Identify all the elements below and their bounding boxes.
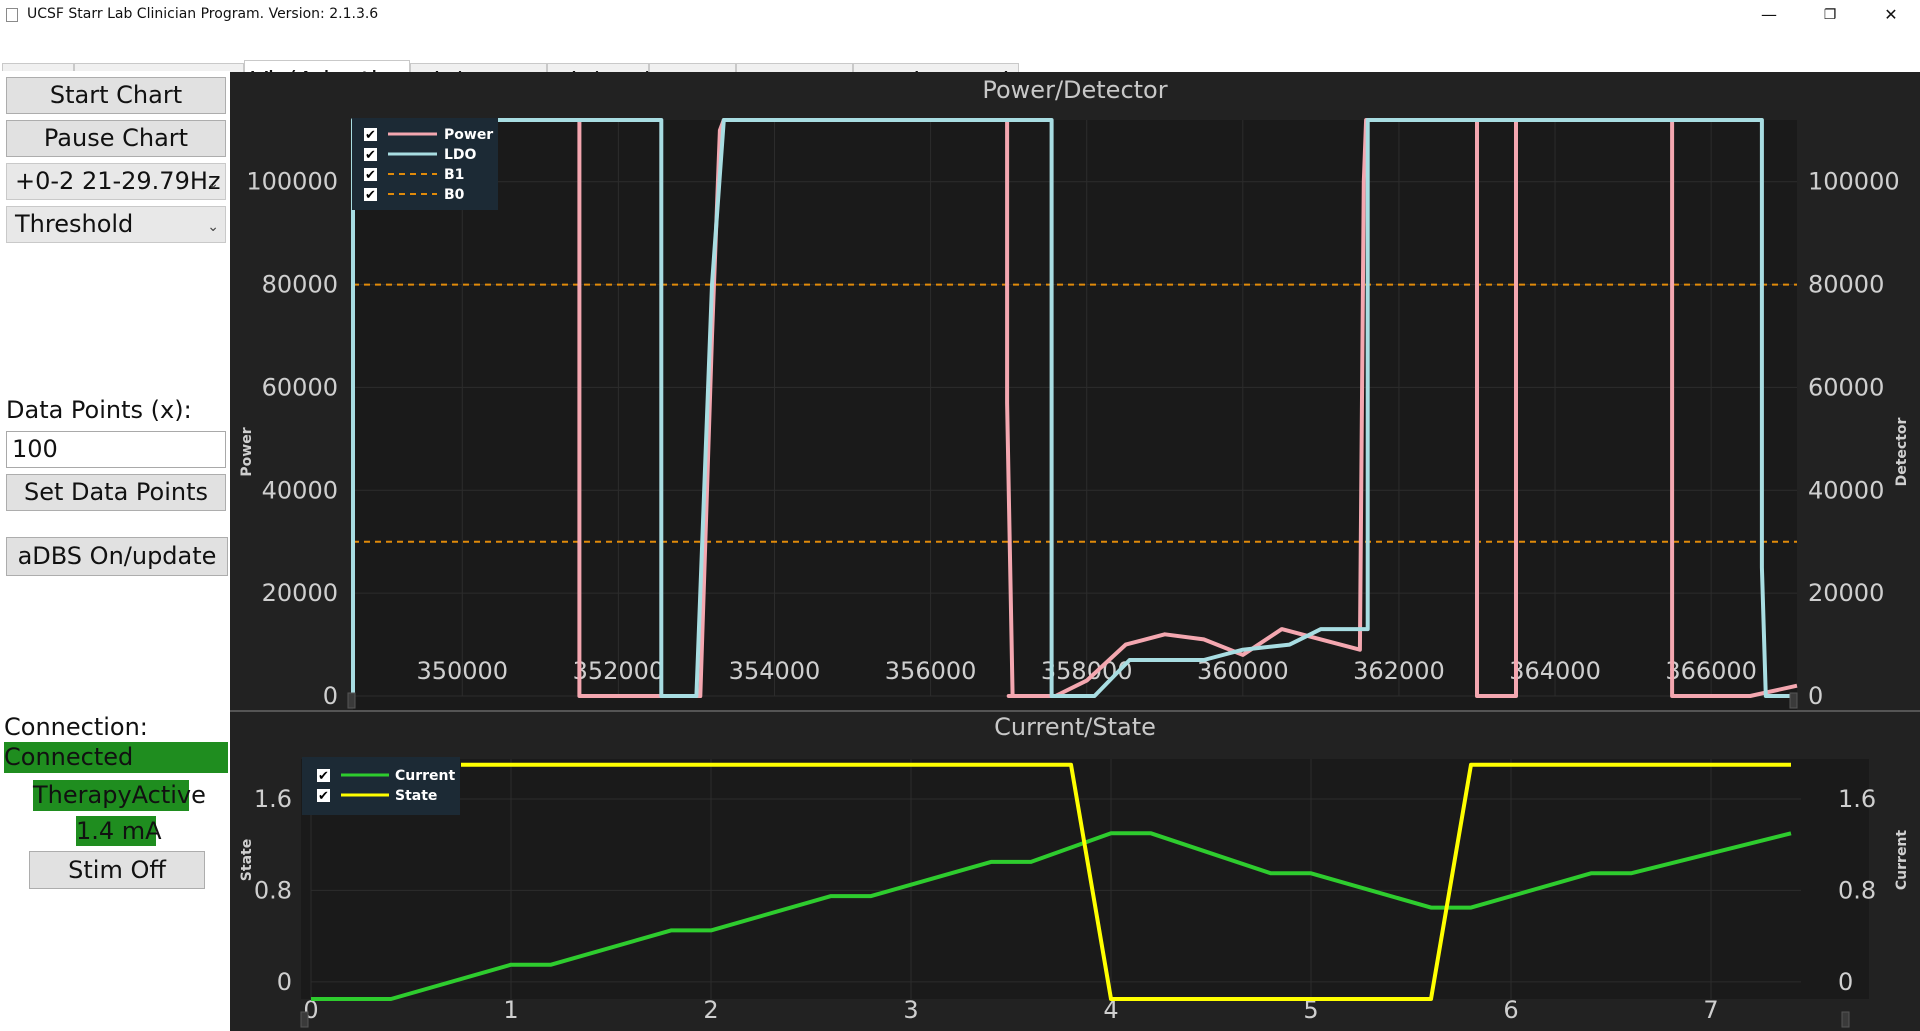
control-panel: Start Chart Pause Chart +0-2 21-29.79Hz … bbox=[0, 71, 230, 1031]
legend-label-power: Power bbox=[444, 127, 493, 143]
x-tick-label: 350000 bbox=[416, 657, 508, 685]
check-icon: ✔ bbox=[318, 769, 329, 784]
mode-select-value: Threshold bbox=[15, 210, 134, 238]
y2-tick-label: 60000 bbox=[1808, 373, 1884, 401]
chevron-down-icon: ⌄ bbox=[207, 176, 219, 192]
title-bar: UCSF Starr Lab Clinician Program. Versio… bbox=[0, 0, 1920, 30]
detector-axis-label: Detector bbox=[1894, 418, 1910, 487]
check-icon: ✔ bbox=[318, 789, 329, 804]
x-tick-label: 360000 bbox=[1197, 657, 1289, 685]
x-scroll-handle-left[interactable] bbox=[347, 692, 356, 709]
y2-tick-label: 1.6 bbox=[1838, 785, 1876, 813]
x-tick-label: 2 bbox=[703, 996, 718, 1024]
y2-tick-label: 0 bbox=[1838, 968, 1853, 996]
legend-label-b0: B0 bbox=[444, 187, 465, 203]
y2-tick-label: 80000 bbox=[1808, 271, 1884, 299]
y-tick-label: 0 bbox=[323, 682, 338, 710]
legend-label-current: Current bbox=[395, 768, 456, 784]
x-tick-label: 1 bbox=[503, 996, 518, 1024]
x-tick-label: 6 bbox=[1503, 996, 1518, 1024]
check-icon: ✔ bbox=[365, 168, 376, 183]
app-icon bbox=[6, 8, 18, 22]
y-tick-label: 60000 bbox=[262, 373, 338, 401]
check-icon: ✔ bbox=[365, 188, 376, 203]
x-tick-label: 354000 bbox=[729, 657, 821, 685]
legend-label-b1: B1 bbox=[444, 167, 464, 183]
band-select[interactable]: +0-2 21-29.79Hz ⌄ bbox=[6, 163, 226, 200]
y2-tick-label: 100000 bbox=[1808, 168, 1900, 196]
start-chart-button[interactable]: Start Chart bbox=[6, 77, 226, 114]
minimize-button[interactable]: — bbox=[1746, 0, 1792, 30]
therapy-status: TherapyActive bbox=[33, 780, 206, 811]
x-scroll-handle-left[interactable] bbox=[300, 1011, 309, 1028]
x-tick-label: 7 bbox=[1703, 996, 1718, 1024]
pause-chart-button[interactable]: Pause Chart bbox=[6, 120, 226, 157]
x-tick-label: 3 bbox=[903, 996, 918, 1024]
legend-label-ldo: LDO bbox=[444, 147, 477, 163]
y-tick-label: 100000 bbox=[246, 168, 338, 196]
y2-tick-label: 0.8 bbox=[1838, 876, 1876, 904]
check-icon: ✔ bbox=[365, 128, 376, 143]
y-tick-label: 20000 bbox=[262, 579, 338, 607]
current-state-chart: 0 1 2 3 4 5 6 70 00.8 0.81.6 1.6 State Current ✔ C… bbox=[239, 757, 1910, 1028]
check-icon: ✔ bbox=[365, 148, 376, 163]
stim-off-button[interactable]: Stim Off bbox=[29, 851, 205, 889]
data-points-input[interactable]: 100 bbox=[6, 431, 226, 468]
x-tick-label: 356000 bbox=[885, 657, 977, 685]
chart-area: Power/Detector 350000 352000 354000 356000 3… bbox=[230, 72, 1920, 1031]
y2-tick-label: 40000 bbox=[1808, 476, 1884, 504]
window-title: UCSF Starr Lab Clinician Program. Versio… bbox=[27, 6, 379, 22]
x-tick-label: 366000 bbox=[1665, 657, 1757, 685]
x-tick-label: 352000 bbox=[573, 657, 665, 685]
state-axis-label: State bbox=[239, 839, 255, 881]
power-detector-chart: 350000 352000 354000 356000 358000 360000 3620… bbox=[239, 118, 1910, 712]
set-data-points-button[interactable]: Set Data Points bbox=[6, 474, 226, 511]
mode-select[interactable]: Threshold ⌄ bbox=[6, 206, 226, 243]
maximize-button[interactable]: ❐ bbox=[1807, 0, 1853, 30]
x-scroll-handle-right[interactable] bbox=[1789, 692, 1798, 709]
y-tick-label: 1.6 bbox=[254, 785, 292, 813]
x-tick-label: 362000 bbox=[1353, 657, 1445, 685]
adbs-on-update-button[interactable]: aDBS On/update bbox=[6, 537, 228, 576]
x-scroll-handle-right[interactable] bbox=[1841, 1011, 1850, 1028]
power-axis-label: Power bbox=[239, 427, 255, 476]
band-select-value: +0-2 21-29.79Hz bbox=[15, 167, 221, 195]
data-points-label: Data Points (x): bbox=[6, 396, 192, 424]
legend-label-state: State bbox=[395, 788, 437, 804]
connection-label: Connection: bbox=[4, 713, 148, 741]
current-axis-label: Current bbox=[1894, 830, 1910, 891]
y-tick-label: 0 bbox=[277, 968, 292, 996]
y-tick-label: 0.8 bbox=[254, 876, 292, 904]
connection-status: Connected bbox=[4, 742, 228, 773]
current-amplitude: 1.4 mA bbox=[76, 816, 162, 846]
close-button[interactable]: ✕ bbox=[1868, 0, 1914, 30]
y2-tick-label: 0 bbox=[1808, 682, 1823, 710]
current-chart-legend: ✔ Current ✔ State bbox=[302, 757, 460, 815]
y2-tick-label: 20000 bbox=[1808, 579, 1884, 607]
y-tick-label: 40000 bbox=[262, 476, 338, 504]
y-tick-label: 80000 bbox=[262, 271, 338, 299]
x-tick-label: 364000 bbox=[1509, 657, 1601, 685]
tab-strip: Main Sense Settings Vis(Adaptive) Vis(TD… bbox=[0, 30, 1920, 102]
power-chart-legend: ✔ Power ✔ LDO ✔ B1 ✔ B0 bbox=[352, 118, 498, 210]
chevron-down-icon: ⌄ bbox=[207, 219, 219, 235]
